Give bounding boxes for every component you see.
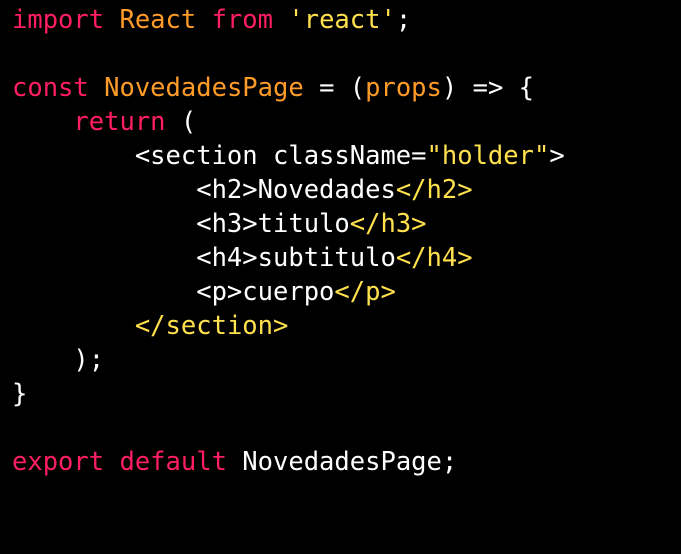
code-line[interactable]: [0, 411, 681, 445]
code-token: export default: [12, 447, 243, 477]
code-token: <h3>titulo: [12, 209, 350, 239]
code-line[interactable]: export default NovedadesPage;: [0, 445, 681, 479]
code-line[interactable]: <p>cuerpo</p>: [0, 275, 681, 309]
code-token: from: [211, 5, 289, 35]
code-line[interactable]: }: [0, 377, 681, 411]
code-token: NovedadesPage: [104, 73, 320, 103]
code-token: <h4>subtitulo: [12, 243, 396, 273]
code-line[interactable]: return (: [0, 105, 681, 139]
code-token: );: [12, 345, 105, 375]
code-line[interactable]: </section>: [0, 309, 681, 343]
code-token: NovedadesPage;: [242, 447, 458, 477]
code-token: </h3>: [349, 209, 427, 239]
code-token: props: [365, 73, 442, 103]
code-token: return: [73, 107, 181, 137]
code-token: </section>: [134, 311, 289, 341]
code-line[interactable]: <section className="holder">: [0, 139, 681, 173]
code-token: React: [119, 5, 212, 35]
code-line[interactable]: import React from 'react';: [0, 3, 681, 37]
code-line[interactable]: );: [0, 343, 681, 377]
code-line[interactable]: [0, 37, 681, 71]
code-token: (: [180, 107, 197, 137]
code-token: </h4>: [395, 243, 473, 273]
code-token: <p>cuerpo: [12, 277, 335, 307]
code-token: "holder": [426, 141, 550, 171]
code-token: <h2>Novedades: [12, 175, 396, 205]
code-line[interactable]: <h2>Novedades</h2>: [0, 173, 681, 207]
code-line[interactable]: <h4>subtitulo</h4>: [0, 241, 681, 275]
code-token: 'react': [288, 5, 396, 35]
code-token: ) => {: [441, 73, 535, 103]
code-token: <section className=: [12, 141, 427, 171]
code-token: ;: [395, 5, 412, 35]
code-editor[interactable]: import React from 'react'; const Novedad…: [0, 0, 681, 554]
code-token: </h2>: [395, 175, 473, 205]
code-token: const: [12, 73, 105, 103]
code-token: import: [12, 5, 120, 35]
code-token: </p>: [334, 277, 396, 307]
code-token: = (: [319, 73, 366, 103]
code-token: >: [549, 141, 565, 171]
code-line[interactable]: const NovedadesPage = (props) => {: [0, 71, 681, 105]
code-token: }: [12, 379, 28, 409]
code-line[interactable]: <h3>titulo</h3>: [0, 207, 681, 241]
